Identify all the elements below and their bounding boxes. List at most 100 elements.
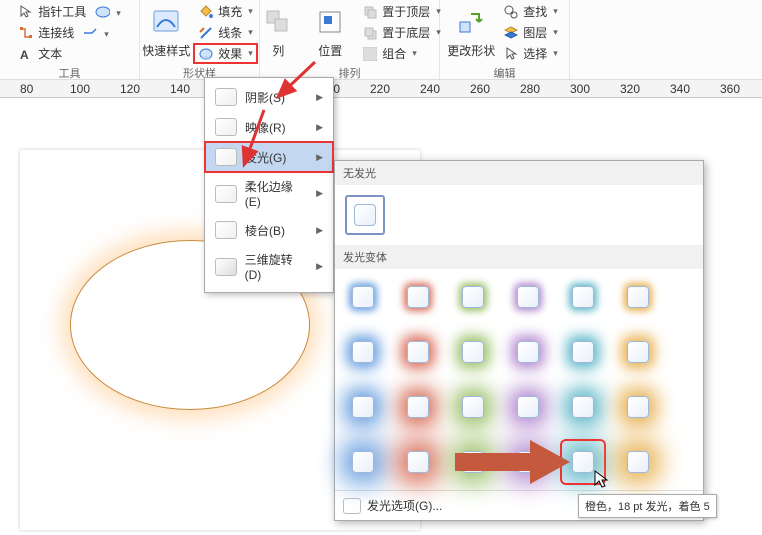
bevel-icon bbox=[215, 221, 237, 239]
connector-label: 连接线 bbox=[38, 24, 74, 41]
glow-variant[interactable] bbox=[343, 387, 383, 427]
text-icon: A bbox=[18, 46, 34, 62]
position-button[interactable]: 位置 bbox=[306, 2, 354, 62]
menu-softedge[interactable]: 柔化边缘(E) ▶ bbox=[205, 172, 333, 215]
menu-glow[interactable]: 发光(G) ▶ bbox=[205, 142, 333, 172]
glow-variant[interactable] bbox=[453, 277, 493, 317]
connector-button[interactable]: 连接线 bbox=[14, 23, 125, 42]
glow-variant[interactable] bbox=[453, 442, 493, 482]
glow-variant[interactable] bbox=[398, 332, 438, 372]
group-btn-label: 组合 bbox=[382, 45, 406, 62]
ruler-mark: 120 bbox=[120, 82, 140, 96]
ellipse-tool-icon[interactable] bbox=[94, 4, 110, 20]
glow-variant[interactable] bbox=[398, 442, 438, 482]
softedge-icon bbox=[215, 185, 237, 203]
bring-front-icon bbox=[362, 4, 378, 20]
glow-variant[interactable] bbox=[508, 442, 548, 482]
change-shape-button[interactable]: 更改形状 bbox=[447, 2, 495, 62]
change-shape-label: 更改形状 bbox=[447, 42, 495, 59]
select-button[interactable]: 选择 bbox=[499, 44, 562, 63]
effect-icon bbox=[198, 46, 214, 62]
glow-variant[interactable] bbox=[508, 332, 548, 372]
send-back-icon bbox=[362, 25, 378, 41]
pointer-tool-button[interactable]: 指针工具 bbox=[14, 2, 125, 21]
quick-style-label: 快速样式 bbox=[142, 42, 190, 59]
select-label: 选择 bbox=[523, 45, 547, 62]
layer-label: 图层 bbox=[523, 24, 547, 41]
menu-bevel[interactable]: 棱台(B) ▶ bbox=[205, 215, 333, 245]
chevron-right-icon: ▶ bbox=[316, 152, 323, 163]
menu-shadow[interactable]: 阴影(S) ▶ bbox=[205, 82, 333, 112]
line-button[interactable]: 线条 bbox=[194, 23, 257, 42]
glow-variant-grid bbox=[335, 269, 703, 490]
glow-variant[interactable] bbox=[398, 277, 438, 317]
glow-variant[interactable] bbox=[563, 277, 603, 317]
glow-variant[interactable] bbox=[563, 387, 603, 427]
menu-reflection-label: 映像(R) bbox=[245, 119, 286, 136]
glow-icon bbox=[215, 148, 237, 166]
arrange-icon bbox=[262, 6, 294, 38]
text-tool-button[interactable]: A 文本 bbox=[14, 44, 125, 63]
chevron-right-icon: ▶ bbox=[316, 225, 323, 236]
group-icon bbox=[362, 46, 378, 62]
glow-variant[interactable] bbox=[508, 277, 548, 317]
glow-variant[interactable] bbox=[343, 442, 383, 482]
glow-variant[interactable] bbox=[453, 387, 493, 427]
ruler-mark: 280 bbox=[520, 82, 540, 96]
chevron-right-icon: ▶ bbox=[316, 122, 323, 133]
quick-style-button[interactable]: 快速样式 bbox=[142, 2, 190, 62]
arrange-button: 列 bbox=[254, 2, 302, 62]
line-icon bbox=[198, 25, 214, 41]
pointer-icon bbox=[18, 4, 34, 20]
send-back-label: 置于底层 bbox=[382, 24, 430, 41]
menu-3drotate-label: 三维旋转(D) bbox=[245, 251, 308, 282]
glow-variant[interactable] bbox=[508, 387, 548, 427]
glow-variant[interactable] bbox=[343, 277, 383, 317]
line-label: 线条 bbox=[218, 24, 242, 41]
menu-reflection[interactable]: 映像(R) ▶ bbox=[205, 112, 333, 142]
glow-variant[interactable] bbox=[618, 332, 658, 372]
effects-menu: 阴影(S) ▶ 映像(R) ▶ 发光(G) ▶ 柔化边缘(E) ▶ 棱台(B) … bbox=[204, 77, 334, 293]
position-label: 位置 bbox=[318, 42, 342, 59]
glow-none[interactable] bbox=[345, 195, 385, 235]
chevron-right-icon: ▶ bbox=[316, 261, 323, 272]
menu-glow-label: 发光(G) bbox=[245, 149, 286, 166]
layer-button[interactable]: 图层 bbox=[499, 23, 562, 42]
glow-variant[interactable] bbox=[453, 332, 493, 372]
glow-variant[interactable] bbox=[618, 387, 658, 427]
layer-icon bbox=[503, 25, 519, 41]
menu-3drotate[interactable]: 三维旋转(D) ▶ bbox=[205, 245, 333, 288]
position-icon bbox=[314, 6, 346, 38]
glow-options-label: 发光选项(G)... bbox=[367, 497, 442, 514]
text-label: 文本 bbox=[38, 45, 62, 62]
ruler-mark: 220 bbox=[370, 82, 390, 96]
glow-variant[interactable] bbox=[343, 332, 383, 372]
chevron-right-icon: ▶ bbox=[316, 92, 323, 103]
reflection-icon bbox=[215, 118, 237, 136]
connector-style-icon[interactable] bbox=[82, 25, 98, 41]
menu-shadow-label: 阴影(S) bbox=[245, 89, 285, 106]
ribbon-group-edit: 更改形状 查找 图层 选择 编辑 bbox=[440, 0, 570, 79]
effect-button[interactable]: 效果 bbox=[194, 44, 257, 63]
menu-bevel-label: 棱台(B) bbox=[245, 222, 285, 239]
fill-button[interactable]: 填充 bbox=[194, 2, 257, 21]
glow-variant[interactable] bbox=[398, 387, 438, 427]
fill-icon bbox=[198, 4, 214, 20]
ribbon-group-tools: 指针工具 连接线 A 文本 工具 bbox=[0, 0, 140, 79]
bring-front-label: 置于顶层 bbox=[382, 3, 430, 20]
find-button[interactable]: 查找 bbox=[499, 2, 562, 21]
horizontal-ruler: 8010012014016018020022024026028030032034… bbox=[0, 80, 762, 98]
glow-variant[interactable] bbox=[618, 442, 658, 482]
glow-gallery: 无发光 发光变体 发光选项(G)... bbox=[334, 160, 704, 521]
find-icon bbox=[503, 4, 519, 20]
arrange-label: 列 bbox=[272, 42, 284, 59]
glow-variant[interactable] bbox=[618, 277, 658, 317]
rotate3d-icon bbox=[215, 258, 237, 276]
ruler-mark: 340 bbox=[670, 82, 690, 96]
select-icon bbox=[503, 46, 519, 62]
glow-variant[interactable] bbox=[563, 442, 603, 482]
ruler-mark: 140 bbox=[170, 82, 190, 96]
ribbon: 指针工具 连接线 A 文本 工具 快速样式 bbox=[0, 0, 762, 80]
glow-variant[interactable] bbox=[563, 332, 603, 372]
svg-text:A: A bbox=[20, 48, 29, 61]
